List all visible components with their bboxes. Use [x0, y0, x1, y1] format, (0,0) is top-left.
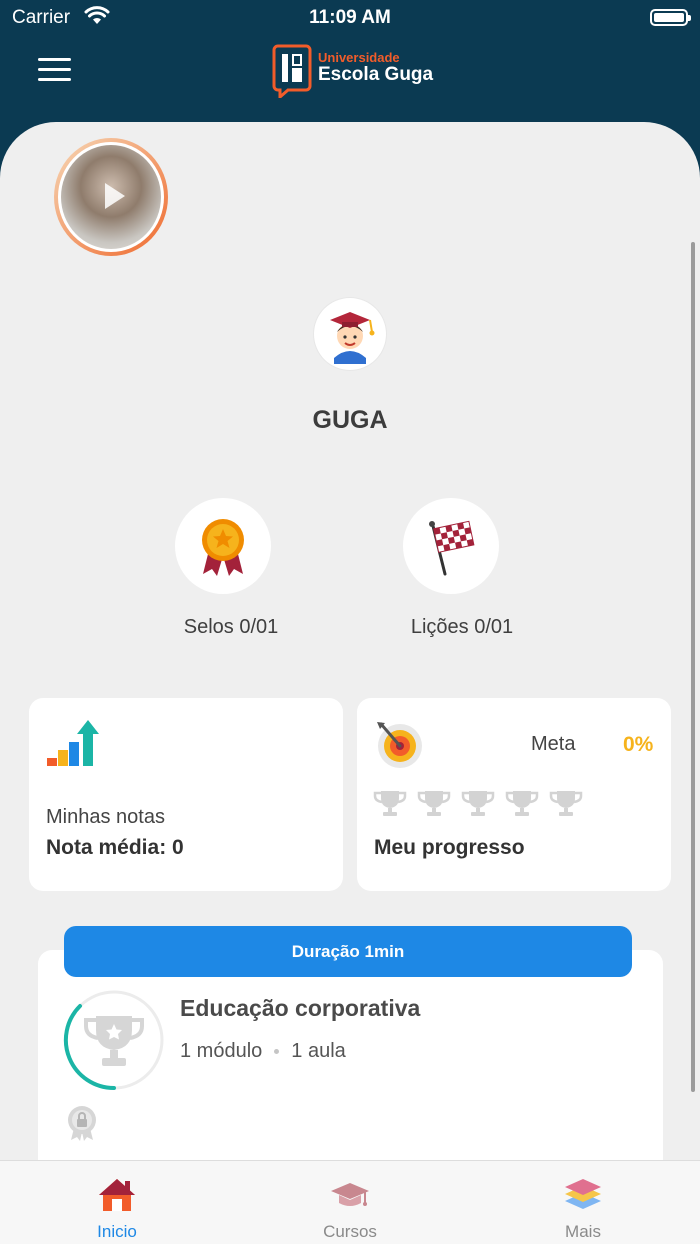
tab-inicio-label: Inicio [97, 1222, 137, 1241]
story-video-button[interactable] [54, 138, 168, 256]
trophy-icon [417, 791, 451, 816]
trophy-icon [84, 1016, 144, 1066]
trophy-icon [549, 791, 583, 816]
story-thumbnail [61, 145, 161, 249]
play-icon [105, 183, 125, 209]
tab-cursos-label: Cursos [323, 1222, 377, 1241]
graduation-cap-icon [331, 1183, 369, 1206]
scrollbar[interactable] [691, 242, 695, 1092]
medal-icon [202, 519, 244, 576]
menu-icon-line [38, 58, 71, 61]
menu-icon-line [38, 68, 71, 71]
licoes-badge[interactable] [403, 498, 499, 594]
battery-icon [650, 9, 691, 26]
student-avatar-icon [330, 312, 375, 364]
logo-mark-icon [272, 44, 312, 98]
trophy-icon [505, 791, 539, 816]
notes-subtitle: Minhas notas [46, 806, 165, 828]
tab-mais[interactable]: Mais [508, 1161, 658, 1244]
user-name: GUGA [312, 406, 388, 434]
status-bar: Carrier 11:09 AM [0, 0, 700, 36]
menu-button[interactable] [38, 58, 71, 82]
locked-badge-icon [68, 1106, 96, 1141]
bottom-tab-bar: Inicio Cursos Mais [0, 1160, 700, 1244]
average-grade: Nota média: 0 [46, 836, 184, 859]
tab-cursos[interactable]: Cursos [275, 1161, 425, 1244]
progress-card[interactable]: Meta 0% Meu progresso [357, 698, 671, 891]
separator-dot [274, 1049, 280, 1054]
main-content: GUGA Selos 0/01 Lições 0/01 Minhas notas… [0, 122, 700, 1244]
checkered-flag-icon [429, 520, 475, 576]
selos-badge[interactable] [175, 498, 271, 594]
module-count: 1 módulo [180, 1040, 263, 1062]
selos-label: Selos 0/01 [183, 616, 279, 638]
duration-button[interactable]: Duração 1min [64, 926, 632, 977]
clock: 11:09 AM [309, 7, 391, 28]
tab-mais-label: Mais [565, 1222, 601, 1241]
target-icon [377, 722, 422, 768]
tab-inicio[interactable]: Inicio [42, 1161, 192, 1244]
growth-chart-icon [47, 720, 99, 766]
lesson-count: 1 aula [291, 1040, 346, 1062]
avatar[interactable] [314, 298, 386, 370]
licoes-label: Lições 0/01 [410, 616, 514, 638]
top-bar: Carrier 11:09 AM Universidade Escola Gug… [0, 0, 700, 122]
progress-title: Meu progresso [374, 836, 525, 859]
layers-icon [565, 1179, 601, 1209]
home-icon [99, 1179, 135, 1211]
trophy-icon [373, 791, 407, 816]
menu-icon-line [38, 78, 71, 81]
trophy-icon [461, 791, 495, 816]
logo-bottom-text: Escola Guga [318, 64, 434, 85]
trophy-row [373, 788, 583, 818]
goal-percent: 0% [623, 733, 654, 756]
goal-label: Meta [531, 733, 576, 755]
course-meta: 1 módulo 1 aula [180, 1040, 346, 1063]
notes-card[interactable]: Minhas notas Nota média: 0 [29, 698, 343, 891]
course-card[interactable]: Educação corporativa 1 módulo 1 aula [38, 950, 663, 1160]
logo-top-text: Universidade [318, 50, 400, 65]
course-title: Educação corporativa [180, 995, 421, 1021]
